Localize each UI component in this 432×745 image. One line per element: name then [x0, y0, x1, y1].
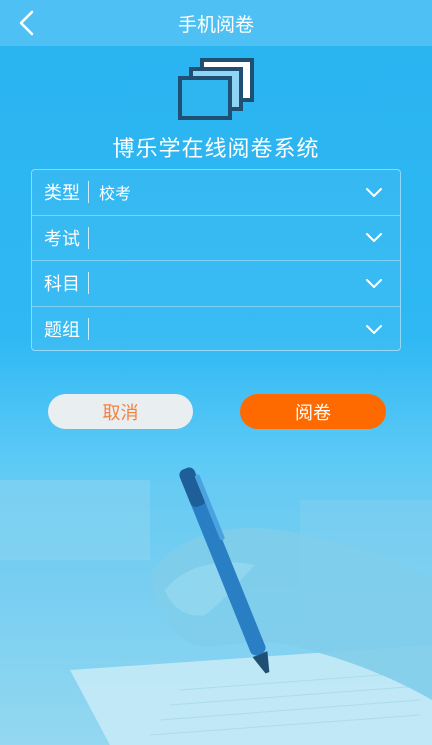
question-group-select[interactable]: 题组 [32, 307, 400, 353]
chevron-down-icon [356, 319, 392, 339]
back-button[interactable] [10, 7, 42, 39]
nav-bar: 手机阅卷 [0, 0, 432, 46]
question-group-label: 题组 [44, 320, 80, 342]
type-select[interactable]: 类型 校考 [32, 170, 400, 216]
divider [88, 318, 89, 341]
chevron-down-icon [356, 182, 392, 202]
cancel-button[interactable]: 取消 [48, 394, 193, 429]
exam-select[interactable]: 考试 [32, 216, 400, 261]
exam-select-form: 类型 校考 考试 科目 题组 [31, 169, 401, 351]
review-button[interactable]: 阅卷 [240, 394, 386, 429]
subject-label: 科目 [44, 274, 80, 296]
type-label: 类型 [44, 183, 80, 205]
page-title: 手机阅卷 [177, 13, 254, 36]
chevron-down-icon [356, 228, 392, 248]
system-title: 博乐学在线阅卷系统 [112, 137, 320, 162]
exam-label: 考试 [44, 228, 80, 250]
type-value: 校考 [99, 184, 132, 204]
stacked-papers-icon [178, 58, 254, 120]
divider [88, 272, 89, 295]
background-photo [0, 467, 432, 745]
chevron-left-icon [19, 10, 34, 36]
chevron-down-icon [356, 273, 392, 293]
divider [88, 226, 89, 249]
subject-select[interactable]: 科目 [32, 261, 400, 307]
